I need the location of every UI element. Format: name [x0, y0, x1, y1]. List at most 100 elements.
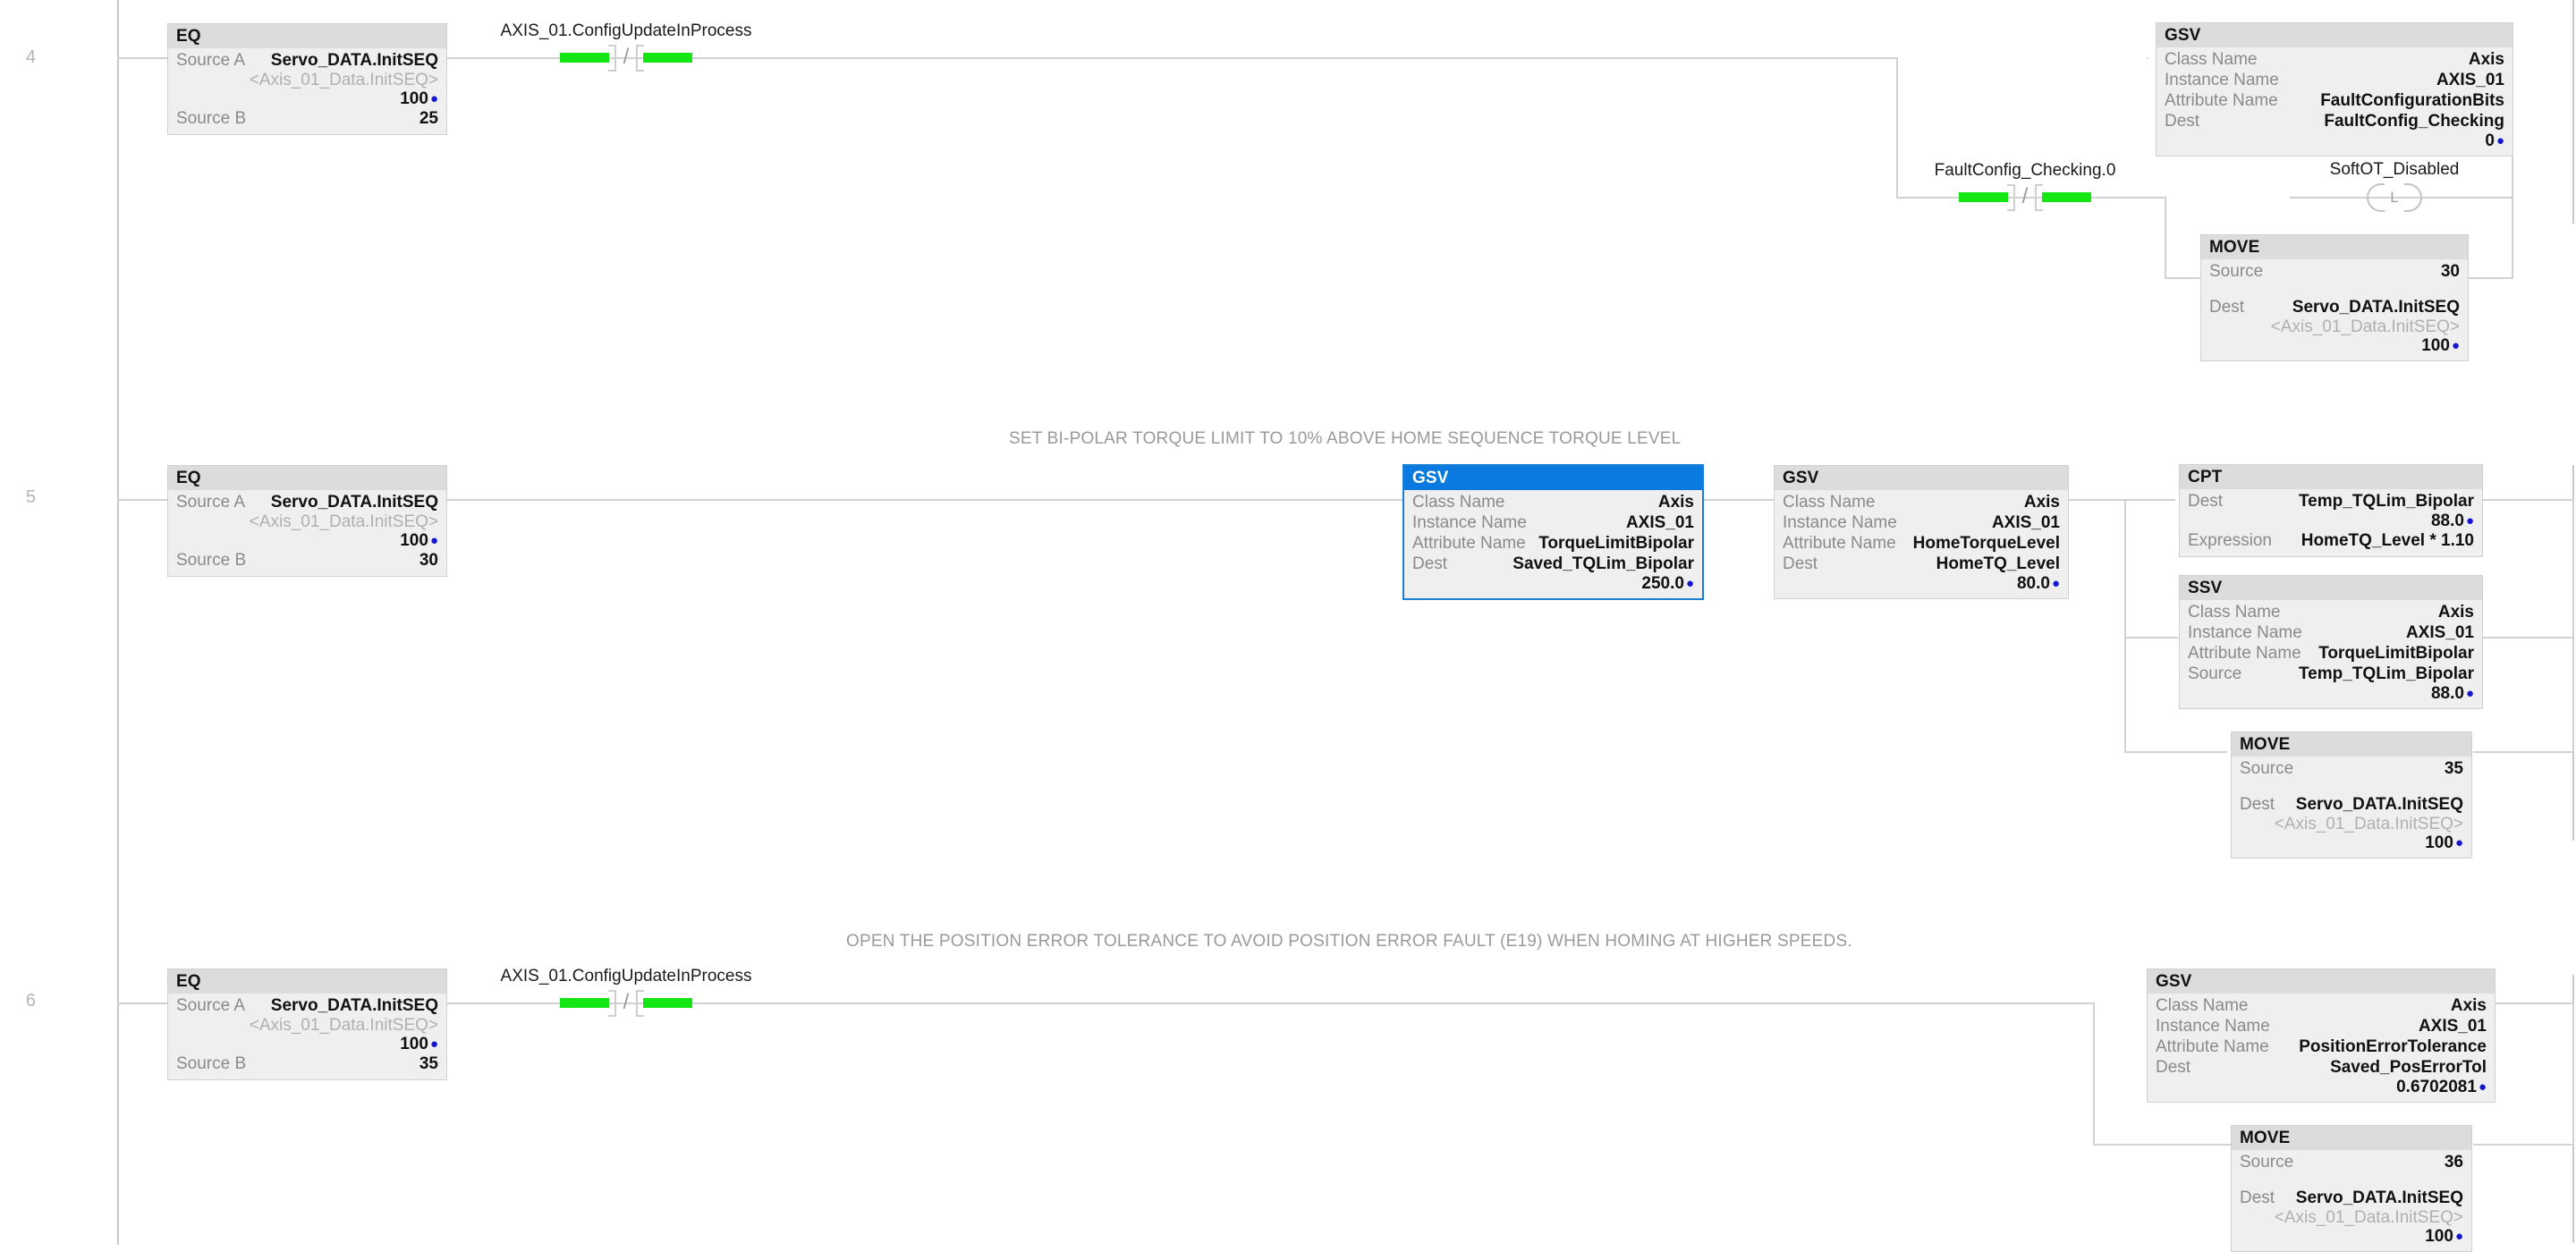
instance-name-value[interactable]: AXIS_01: [2406, 622, 2474, 643]
ladder-canvas[interactable]: 4 EQ Source A Servo_DATA.InitSEQ <Axis_0…: [0, 0, 2576, 1252]
dest-alias: <Axis_01_Data.InitSEQ>: [2274, 1208, 2463, 1227]
source-b-value[interactable]: 25: [419, 108, 438, 129]
gsv-instruction[interactable]: GSV Class Name Axis Instance Name AXIS_0…: [2156, 22, 2513, 157]
contact-energized-bar-right: [2042, 192, 2091, 202]
instruction-title: EQ: [168, 24, 446, 48]
class-name-value[interactable]: Axis: [2024, 492, 2060, 512]
dest-value[interactable]: Saved_TQLim_Bipolar: [1513, 554, 1694, 574]
dest-value[interactable]: Temp_TQLim_Bipolar: [2299, 491, 2474, 512]
eq-instruction[interactable]: EQ Source A Servo_DATA.InitSEQ <Axis_01_…: [167, 23, 447, 136]
coil-softot-disabled[interactable]: SoftOT_Disabled L: [2330, 160, 2459, 212]
attribute-name-value[interactable]: HomeTorqueLevel: [1913, 533, 2060, 554]
contact-energized-bar-left: [1959, 192, 2008, 202]
contact-slash-icon: /: [623, 990, 630, 1014]
rung5-branch-wire-ssv-right: [2482, 637, 2574, 639]
move-instruction[interactable]: MOVE Source 36 Dest Servo_DATA.InitSEQ <…: [2231, 1125, 2472, 1252]
source-a-value[interactable]: Servo_DATA.InitSEQ: [271, 995, 438, 1016]
contact-config-update-in-process[interactable]: AXIS_01.ConfigUpdateInProcess /: [501, 21, 751, 72]
instance-name-value[interactable]: AXIS_01: [1992, 512, 2060, 533]
attribute-name-value[interactable]: TorqueLimitBipolar: [1538, 533, 1694, 554]
instance-name-value[interactable]: AXIS_01: [1626, 512, 1694, 533]
dest-value[interactable]: FaultConfig_Checking: [2324, 111, 2504, 131]
rung-number: 5: [25, 487, 36, 507]
attribute-name-value[interactable]: TorqueLimitBipolar: [2318, 643, 2474, 664]
left-power-rail: [117, 0, 119, 1245]
rung4-wire-left: [117, 57, 167, 59]
class-name-value[interactable]: Axis: [1658, 492, 1694, 512]
instruction-body: Class Name Axis Instance Name AXIS_01 At…: [1775, 490, 2068, 598]
source-value[interactable]: 35: [2445, 758, 2463, 779]
dest-number: 100 ●: [2425, 833, 2463, 852]
rung-number: 4: [25, 47, 36, 67]
dest-value[interactable]: HomeTQ_Level: [1936, 554, 2060, 574]
contact-energized-bar-left: [560, 998, 609, 1008]
instruction-title: MOVE: [2232, 1126, 2471, 1150]
rung-comment[interactable]: SET BI-POLAR TORQUE LIMIT TO 10% ABOVE H…: [1009, 429, 1681, 449]
contact-slash-icon: /: [2021, 184, 2029, 208]
contact-bracket-left-icon: [2007, 184, 2015, 211]
dest-label: Dest: [1783, 554, 1818, 573]
eq-instruction[interactable]: EQ Source A Servo_DATA.InitSEQ <Axis_01_…: [167, 969, 447, 1081]
source-b-label: Source B: [176, 551, 247, 571]
source-a-value[interactable]: Servo_DATA.InitSEQ: [271, 50, 438, 71]
rung-comment[interactable]: OPEN THE POSITION ERROR TOLERANCE TO AVO…: [846, 932, 1852, 952]
dest-alias: <Axis_01_Data.InitSEQ>: [2270, 317, 2460, 336]
dest-value[interactable]: Servo_DATA.InitSEQ: [2296, 794, 2463, 815]
expression-value[interactable]: HomeTQ_Level * 1.10: [2301, 530, 2474, 551]
attribute-name-value[interactable]: PositionErrorTolerance: [2299, 1036, 2487, 1057]
attribute-name-value[interactable]: FaultConfigurationBits: [2320, 90, 2504, 111]
class-name-label: Class Name: [1412, 493, 1505, 512]
move-instruction[interactable]: MOVE Source 30 Dest Servo_DATA.InitSEQ <…: [2200, 234, 2469, 362]
source-a-alias: <Axis_01_Data.InitSEQ>: [249, 512, 438, 531]
source-b-value[interactable]: 30: [419, 550, 438, 571]
dest-value[interactable]: Saved_PosErrorTol: [2330, 1057, 2487, 1078]
instruction-body: Source A Servo_DATA.InitSEQ <Axis_01_Dat…: [168, 994, 446, 1079]
gsv-instruction[interactable]: GSV Class Name Axis Instance Name AXIS_0…: [2147, 969, 2496, 1104]
instance-name-value[interactable]: AXIS_01: [2436, 70, 2504, 90]
attribute-name-label: Attribute Name: [2165, 91, 2278, 110]
source-label: Source: [2240, 1153, 2294, 1172]
ssv-instruction[interactable]: SSV Class Name Axis Instance Name AXIS_0…: [2179, 575, 2483, 710]
cpt-instruction[interactable]: CPT Dest Temp_TQLim_Bipolar 88.0 ● Expres…: [2179, 464, 2483, 558]
source-b-value[interactable]: 35: [419, 1053, 438, 1074]
dest-number: 80.0 ●: [2016, 574, 2060, 593]
coil-glyph[interactable]: L: [2367, 183, 2422, 212]
attribute-name-label: Attribute Name: [2188, 644, 2301, 663]
dest-number: 250.0 ●: [1641, 574, 1694, 593]
contact-bracket-left-icon: [608, 990, 616, 1017]
instruction-body: Source 36 Dest Servo_DATA.InitSEQ <Axis_…: [2232, 1150, 2471, 1251]
source-value[interactable]: 36: [2445, 1152, 2463, 1172]
row-spacer: [2240, 1172, 2463, 1188]
source-value[interactable]: 30: [2441, 261, 2460, 282]
source-a-label: Source A: [176, 493, 246, 512]
source-a-value[interactable]: Servo_DATA.InitSEQ: [271, 492, 438, 512]
contact-glyph[interactable]: /: [560, 45, 692, 72]
instruction-body: Dest Temp_TQLim_Bipolar 88.0 ● Expression…: [2180, 489, 2482, 556]
gsv-instruction-selected[interactable]: GSV Class Name Axis Instance Name AXIS_0…: [1402, 464, 1704, 601]
gsv-instruction[interactable]: GSV Class Name Axis Instance Name AXIS_0…: [1774, 465, 2069, 600]
dest-value[interactable]: Servo_DATA.InitSEQ: [2292, 297, 2460, 317]
contact-slash-icon: /: [623, 45, 630, 69]
rung4-inner-branch-bottom: [2165, 277, 2200, 279]
eq-instruction[interactable]: EQ Source A Servo_DATA.InitSEQ <Axis_01_…: [167, 465, 447, 578]
source-label: Source: [2188, 664, 2242, 683]
contact-glyph[interactable]: /: [1959, 184, 2091, 211]
instance-name-value[interactable]: AXIS_01: [2419, 1016, 2487, 1036]
contact-label: AXIS_01.ConfigUpdateInProcess: [500, 967, 752, 986]
dest-value[interactable]: Servo_DATA.InitSEQ: [2296, 1188, 2463, 1208]
instance-name-label: Instance Name: [1783, 513, 1897, 532]
source-a-number: 100 ●: [400, 1035, 438, 1053]
instruction-body: Class Name Axis Instance Name AXIS_01 At…: [2157, 47, 2512, 156]
contact-config-update-in-process[interactable]: AXIS_01.ConfigUpdateInProcess /: [501, 967, 751, 1017]
contact-faultconfig-checking[interactable]: FaultConfig_Checking.0 /: [1935, 161, 2115, 211]
source-value[interactable]: Temp_TQLim_Bipolar: [2299, 664, 2474, 684]
attribute-name-label: Attribute Name: [2156, 1037, 2269, 1056]
instruction-body: Class Name Axis Instance Name AXIS_01 At…: [1404, 490, 1702, 598]
contact-glyph[interactable]: /: [560, 990, 692, 1017]
class-name-value[interactable]: Axis: [2451, 995, 2487, 1016]
move-instruction[interactable]: MOVE Source 35 Dest Servo_DATA.InitSEQ <…: [2231, 732, 2472, 859]
class-name-value[interactable]: Axis: [2469, 49, 2504, 70]
class-name-label: Class Name: [2165, 50, 2258, 69]
class-name-value[interactable]: Axis: [2438, 602, 2474, 622]
rung6-wire-mid: [447, 1002, 2093, 1004]
